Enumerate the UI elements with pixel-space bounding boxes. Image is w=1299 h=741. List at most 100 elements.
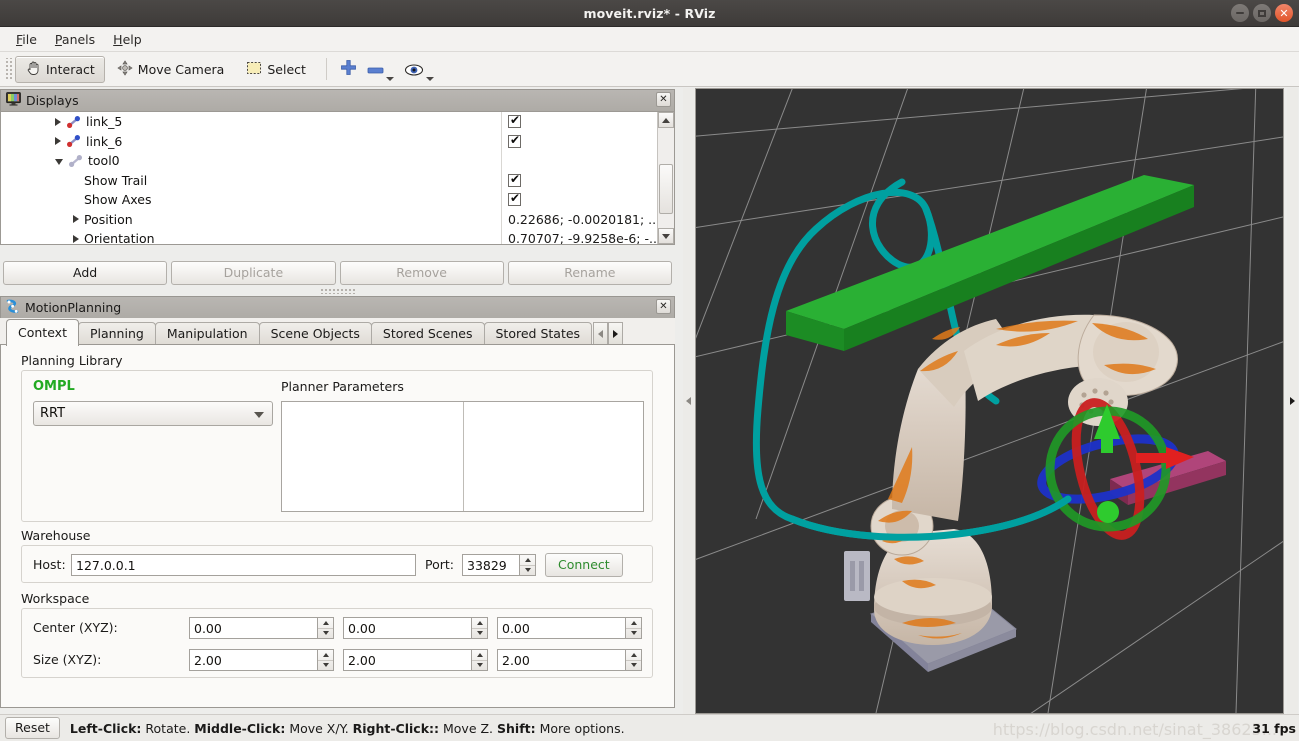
viewport-left-splitter[interactable] [683,88,694,714]
tab-scene-objects[interactable]: Scene Objects [258,322,372,346]
workspace-size-y-spinbox[interactable]: 2.00 [343,649,488,671]
tree-row-value[interactable] [501,112,657,132]
monitor-icon [6,92,21,109]
tab-manipulation[interactable]: Manipulation [154,322,260,346]
spin-down[interactable] [626,661,641,671]
workspace-center-z-spinbox[interactable]: 0.00 [497,617,642,639]
tab-context[interactable]: Context [6,319,79,346]
tree-row-value[interactable]: 0.70707; -9.9258e-6; -.. [501,229,657,244]
chevron-down-icon[interactable] [385,77,394,81]
interact-button[interactable]: Interact [15,55,105,83]
displays-tree-row[interactable]: Show Trail [1,170,657,190]
workspace-size-y-spin-buttons[interactable] [471,649,488,671]
warehouse-connect-button[interactable]: Connect [545,553,623,577]
tab-planning[interactable]: Planning [77,322,156,346]
planner-select-value: RRT [40,406,66,421]
expand-triangle-icon[interactable] [73,234,79,243]
move-camera-button[interactable]: Move Camera [107,56,235,83]
menu-panels[interactable]: Panels [47,29,103,50]
workspace-center-z-spin-buttons[interactable] [625,617,642,639]
tree-row-value[interactable] [501,170,657,190]
add-tool-button[interactable] [335,54,362,84]
maximize-button[interactable] [1253,4,1271,22]
displays-panel-close-button[interactable]: ✕ [656,92,671,107]
displays-tree-row[interactable]: Position 0.22686; -0.0020181; .. [1,209,657,229]
planner-select[interactable]: RRT [33,401,273,426]
spin-down[interactable] [318,629,333,639]
spin-up[interactable] [318,650,333,661]
displays-tree[interactable]: link_5link_6 tool0Show TrailShow AxesPosi… [0,111,675,245]
expand-triangle-icon[interactable] [55,137,61,146]
warehouse-host-input[interactable]: 127.0.0.1 [71,554,416,576]
tree-row-value[interactable] [501,151,657,171]
workspace-center-y-spinbox[interactable]: 0.00 [343,617,488,639]
focus-camera-button[interactable] [399,54,439,84]
row-checkbox[interactable] [508,191,521,207]
workspace-center-x-spin-buttons[interactable] [317,617,334,639]
scroll-up-button[interactable] [658,112,674,128]
workspace-size-x-spinbox[interactable]: 2.00 [189,649,334,671]
scroll-down-button[interactable] [658,228,674,244]
spin-down[interactable] [472,661,487,671]
tab-stored-states[interactable]: Stored States [483,322,593,346]
spin-up[interactable] [472,618,487,629]
tree-row-value[interactable]: 0.22686; -0.0020181; .. [501,209,657,229]
motion-planning-close-button[interactable]: ✕ [656,299,671,314]
expand-triangle-icon[interactable] [73,215,79,224]
row-checkbox[interactable] [508,172,521,187]
workspace-size-z-spinbox[interactable]: 2.00 [497,649,642,671]
tree-row-label: tool0 [88,153,120,169]
tab-scroll-left-button[interactable] [593,322,609,346]
workspace-center-x-value: 0.00 [194,620,222,636]
displays-tree-row[interactable]: tool0 [1,151,657,171]
workspace-size-x-spin-buttons[interactable] [317,649,334,671]
row-checkbox[interactable] [508,113,521,129]
workspace-size-z-spin-buttons[interactable] [625,649,642,671]
collapse-triangle-icon[interactable] [55,158,63,165]
port-spin-down[interactable] [520,566,535,576]
spin-down[interactable] [472,629,487,639]
port-spin-buttons[interactable] [519,554,536,576]
displays-tree-row[interactable]: link_5 [1,112,657,132]
viewport-right-splitter[interactable] [1287,88,1298,714]
chevron-down-icon-2[interactable] [425,77,434,81]
select-button[interactable]: Select [236,56,316,83]
workspace-center-y-spin-buttons[interactable] [471,617,488,639]
workspace-groupbox: Center (XYZ): 0.00 0.00 0.00 Size (XYZ): 2… [21,608,653,678]
spin-up[interactable] [626,650,641,661]
panel-splitter-handle[interactable] [320,288,356,294]
expand-triangle-icon[interactable] [55,117,61,126]
tab-scroll-right-button[interactable] [608,322,624,346]
scroll-thumb[interactable] [659,164,673,214]
displays-tree-row[interactable]: link_6 [1,131,657,151]
add-button[interactable]: Add [3,261,168,285]
render-viewport-3d[interactable] [695,88,1284,714]
displays-scrollbar[interactable] [657,112,674,244]
menu-file[interactable]: File [8,29,45,50]
reset-button[interactable]: Reset [5,717,60,739]
workspace-size-z-value: 2.00 [502,652,530,668]
port-spin-up[interactable] [520,555,535,566]
displays-tree-row[interactable]: Show Axes [1,190,657,210]
menu-help[interactable]: Help [105,29,150,50]
workspace-center-x-spinbox[interactable]: 0.00 [189,617,334,639]
row-checkbox[interactable] [508,133,521,148]
spin-down[interactable] [318,661,333,671]
tree-row-value[interactable] [501,131,657,151]
planner-parameters-table[interactable] [281,401,644,512]
spin-up[interactable] [626,618,641,629]
close-button[interactable]: ✕ [1275,4,1293,22]
tree-row-name: tool0 [1,151,501,171]
remove-tool-button[interactable] [362,54,399,84]
minimize-button[interactable] [1231,4,1249,22]
displays-tree-row[interactable]: Orientation 0.70707; -9.9258e-6; -.. [1,229,657,245]
toolbar-grip[interactable] [4,58,12,80]
spin-up[interactable] [318,618,333,629]
spin-up[interactable] [472,650,487,661]
tab-stored-scenes[interactable]: Stored Scenes [370,322,485,346]
spin-down[interactable] [626,629,641,639]
motion-planning-tabs: Context Planning Manipulation Scene Objects… [0,318,675,346]
tree-row-label: Orientation [84,231,155,245]
tree-row-value[interactable] [501,190,657,210]
warehouse-port-spinbox[interactable]: 33829 [462,554,536,576]
